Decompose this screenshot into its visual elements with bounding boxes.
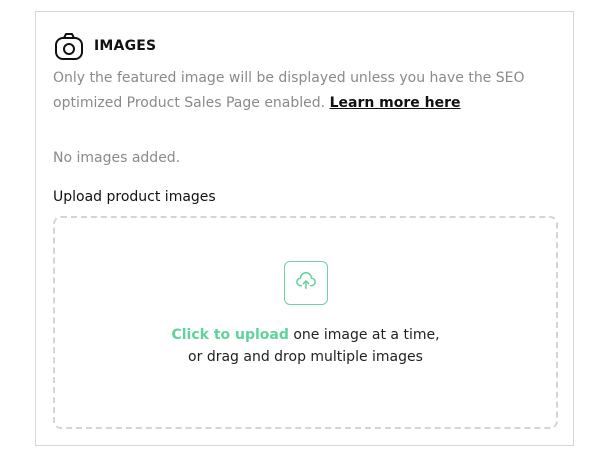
empty-state-text: No images added. <box>53 150 181 166</box>
upload-button[interactable] <box>284 261 328 305</box>
section-description: Only the featured image will be displaye… <box>53 66 553 116</box>
learn-more-link[interactable]: Learn more here <box>330 95 461 111</box>
section-title: IMAGES <box>94 38 157 54</box>
images-card: IMAGES Only the featured image will be d… <box>35 11 574 446</box>
upload-label: Upload product images <box>53 189 216 205</box>
section-header: IMAGES <box>53 30 156 62</box>
camera-icon <box>53 30 85 62</box>
dropzone-line1: one image at a time, <box>293 327 440 343</box>
click-to-upload-link[interactable]: Click to upload <box>171 327 288 343</box>
dropzone-instructions: Click to upload one image at a time, or … <box>55 324 556 368</box>
dropzone-line2: or drag and drop multiple images <box>188 349 423 365</box>
cloud-upload-icon <box>295 270 317 296</box>
image-dropzone[interactable]: Click to upload one image at a time, or … <box>53 216 558 429</box>
